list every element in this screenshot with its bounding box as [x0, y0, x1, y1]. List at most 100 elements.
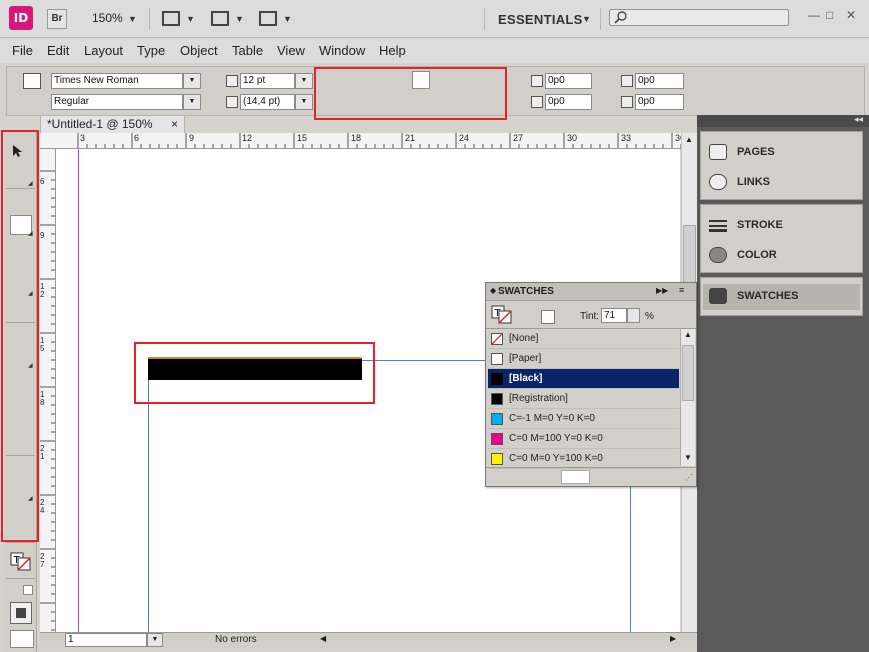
space-after-field[interactable]: 0p0 — [635, 94, 684, 110]
zoom-dropdown-icon[interactable]: ▼ — [128, 14, 137, 24]
scroll-up-icon[interactable]: ▲ — [685, 135, 693, 144]
swatch-row-magenta[interactable]: C=0 M=100 Y=0 K=0 — [488, 429, 679, 449]
scroll-up-icon[interactable]: ▲ — [684, 330, 692, 339]
preflight-status: No errors — [215, 634, 257, 645]
tool-divider — [6, 578, 35, 579]
swatch-row-yellow[interactable]: C=0 M=0 Y=100 K=0 — [488, 449, 679, 469]
resize-grip-icon[interactable]: ⋰ — [685, 473, 693, 482]
maximize-icon[interactable]: □ — [826, 8, 833, 22]
fill-stroke-text-icon[interactable]: T — [10, 552, 32, 572]
scroll-thumb[interactable] — [682, 345, 694, 401]
tint-slider-button[interactable] — [627, 308, 640, 323]
font-style-field[interactable]: Regular — [51, 94, 183, 110]
tool-flyout-icon[interactable]: ◢ — [28, 362, 33, 369]
font-family-field[interactable]: Times New Roman — [51, 73, 183, 89]
swatches-scrollbar[interactable]: ▲ ▼ — [680, 329, 695, 466]
dock-item-swatches[interactable]: SWATCHES — [703, 284, 860, 310]
font-size-field[interactable]: 12 pt — [240, 73, 295, 89]
zoom-level-select[interactable]: 150% — [92, 11, 123, 25]
screen-mode-dropdown-icon[interactable]: ▼ — [235, 14, 244, 24]
minimize-icon[interactable]: — — [808, 8, 820, 22]
swap-color-icon[interactable] — [23, 585, 33, 595]
collapse-panel-icon[interactable]: ▶▶ — [656, 286, 668, 295]
search-field[interactable] — [609, 9, 789, 26]
ruler-label: 2 7 — [40, 552, 45, 569]
fill-stroke-text-icon[interactable]: T — [491, 305, 513, 325]
font-size-icon — [226, 75, 238, 87]
menu-edit[interactable]: Edit — [47, 43, 69, 58]
left-indent-field[interactable]: 0p0 — [545, 73, 592, 89]
workspace-switcher[interactable]: ESSENTIALS — [498, 12, 583, 27]
swatch-row-registration[interactable]: [Registration] — [488, 389, 679, 409]
scroll-right-icon[interactable]: ▶ — [670, 634, 676, 643]
menu-layout[interactable]: Layout — [84, 43, 123, 58]
swatch-row-paper[interactable]: [Paper] — [488, 349, 679, 369]
separator — [484, 8, 485, 30]
font-style-dropdown-icon[interactable]: ▼ — [183, 94, 201, 110]
close-tab-icon[interactable]: × — [171, 116, 178, 132]
tool-flyout-icon[interactable]: ◢ — [28, 290, 33, 297]
horizontal-ruler: 3 6 9 12 15 18 21 24 27 30 33 36 — [40, 133, 685, 149]
pages-icon — [709, 144, 727, 160]
screen-mode-icon[interactable] — [211, 11, 229, 26]
search-icon — [614, 11, 627, 24]
arrange-documents-dropdown-icon[interactable]: ▼ — [283, 14, 292, 24]
ruler-label: 2 1 — [40, 444, 45, 461]
ruler-label: 27 — [513, 133, 524, 143]
dock-item-links[interactable]: LINKS — [707, 170, 862, 196]
view-mode-icon[interactable] — [10, 602, 32, 624]
swatches-group: SWATCHES — [700, 277, 863, 316]
registration-swatch-chip — [491, 393, 503, 405]
menu-file[interactable]: File — [12, 43, 33, 58]
dock-item-pages[interactable]: PAGES — [707, 140, 862, 166]
preview-mode-icon[interactable] — [10, 630, 34, 648]
panel-menu-icon[interactable]: ≡ — [679, 285, 684, 295]
leading-dropdown-icon[interactable]: ▼ — [295, 94, 313, 110]
black-rectangle-frame[interactable] — [148, 357, 362, 380]
menu-view[interactable]: View — [277, 43, 305, 58]
tool-flyout-icon[interactable]: ◢ — [28, 495, 33, 502]
pages-links-group: PAGES LINKS — [700, 131, 863, 200]
tool-flyout-icon[interactable]: ◢ — [28, 180, 33, 187]
scroll-down-icon[interactable]: ▼ — [684, 453, 692, 462]
document-tab[interactable]: *Untitled-1 @ 150% × — [40, 115, 185, 133]
tool-flyout-icon[interactable]: ◢ — [28, 230, 33, 237]
panel-toggle-icon[interactable]: ◆ — [490, 286, 496, 295]
page-number-field[interactable]: 1 — [65, 633, 147, 647]
swatch-view-button[interactable] — [561, 470, 590, 484]
control-panel: Times New Roman ▼ Regular ▼ 12 pt ▼ (14,… — [6, 66, 865, 116]
menu-type[interactable]: Type — [137, 43, 165, 58]
selection-tool-icon[interactable] — [12, 144, 24, 158]
menu-help[interactable]: Help — [379, 43, 406, 58]
tool-divider — [6, 188, 35, 189]
swatch-row-black[interactable]: [Black] — [488, 369, 679, 389]
scroll-left-icon[interactable]: ◀ — [320, 634, 326, 643]
page-dropdown-icon[interactable]: ▼ — [147, 633, 163, 647]
collapse-dock-icon[interactable]: ◂◂ — [854, 114, 863, 125]
right-indent-field[interactable]: 0p0 — [635, 73, 684, 89]
font-family-dropdown-icon[interactable]: ▼ — [183, 73, 201, 89]
none-swatch-icon — [491, 333, 503, 345]
view-options-dropdown-icon[interactable]: ▼ — [186, 14, 195, 24]
view-options-icon[interactable] — [162, 11, 180, 26]
leading-field[interactable]: (14,4 pt) — [240, 94, 295, 110]
formatting-container-icon[interactable] — [541, 310, 555, 324]
character-formatting-icon[interactable] — [23, 73, 41, 89]
dock-item-stroke[interactable]: STROKE — [707, 213, 862, 239]
fill-swatch-box[interactable] — [412, 71, 430, 89]
bridge-button[interactable]: Br — [47, 9, 67, 29]
dock-item-color[interactable]: COLOR — [707, 243, 862, 269]
first-line-indent-field[interactable]: 0p0 — [545, 94, 592, 110]
tint-field[interactable]: 71 — [601, 308, 627, 323]
font-size-dropdown-icon[interactable]: ▼ — [295, 73, 313, 89]
ruler-label: 30 — [567, 133, 578, 143]
menu-table[interactable]: Table — [232, 43, 263, 58]
swatch-row-none[interactable]: [None] — [488, 329, 679, 349]
swatch-row-cyan[interactable]: C=-1 M=0 Y=0 K=0 — [488, 409, 679, 429]
arrange-documents-icon[interactable] — [259, 11, 277, 26]
workspace-dropdown-icon[interactable]: ▼ — [582, 14, 591, 24]
links-icon — [709, 174, 727, 190]
close-icon[interactable]: ✕ — [846, 8, 856, 22]
menu-window[interactable]: Window — [319, 43, 365, 58]
menu-object[interactable]: Object — [180, 43, 218, 58]
